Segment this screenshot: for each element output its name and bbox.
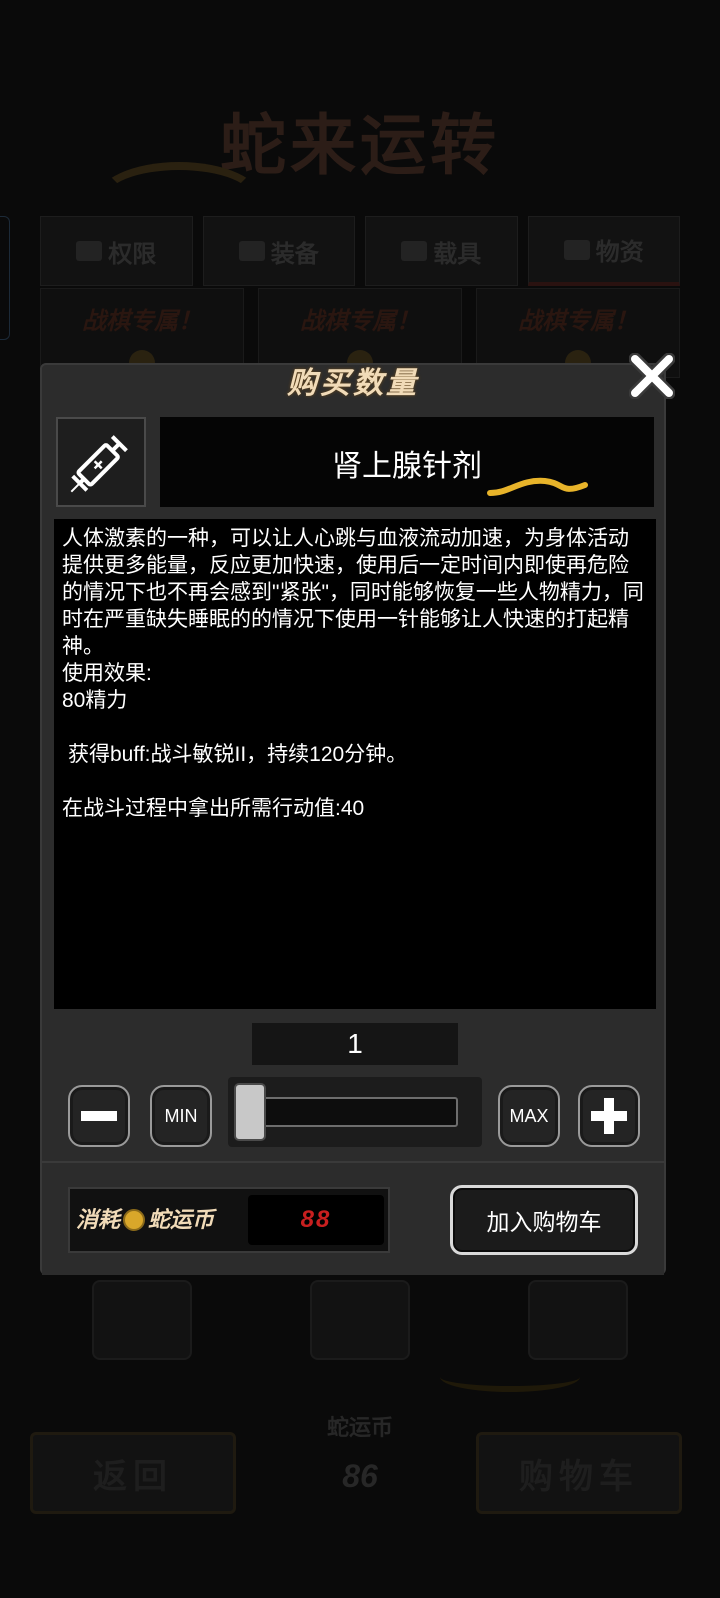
currency-balance: 蛇运币 86 xyxy=(290,1410,430,1495)
car-icon xyxy=(401,241,428,261)
max-button[interactable]: MAX xyxy=(498,1085,560,1147)
event-title: 蛇来运转 xyxy=(220,106,500,184)
buff-text: 获得buff:战斗敏锐II，持续120分钟。 xyxy=(68,743,408,766)
shop-card[interactable] xyxy=(258,1280,462,1360)
crate-icon xyxy=(563,239,590,260)
quantity-controls: MIN MAX xyxy=(42,1073,664,1153)
increase-button[interactable] xyxy=(578,1085,640,1147)
decrease-button[interactable] xyxy=(68,1085,130,1147)
effect-value: 80精力 xyxy=(62,689,128,712)
item-slot xyxy=(528,1280,628,1360)
close-button[interactable] xyxy=(628,352,676,400)
tab-label: 物资 xyxy=(595,239,644,266)
box-icon xyxy=(76,241,103,261)
min-button[interactable]: MIN xyxy=(150,1085,212,1147)
cart-button[interactable]: 购物车 xyxy=(476,1432,682,1514)
purchase-quantity-dialog: 购买数量 肾上腺针剂 人体激素的一种，可以让人心跳与血液流动加速，为身体活动提供… xyxy=(40,363,666,1275)
cost-label: 消耗 xyxy=(76,1207,121,1233)
cost-panel: 消耗 蛇运币 88 xyxy=(68,1187,390,1253)
tab-label: 权限 xyxy=(108,240,157,268)
add-to-cart-button[interactable]: 加入购物车 xyxy=(450,1185,638,1255)
gold-wave-decoration xyxy=(160,477,654,496)
close-icon xyxy=(629,353,675,399)
cost-value: 88 xyxy=(248,1195,384,1245)
item-slot xyxy=(310,1280,410,1360)
tab-equipment[interactable]: 装备 xyxy=(202,216,355,286)
shop-card[interactable] xyxy=(476,1280,680,1360)
wave-decoration xyxy=(440,1362,580,1392)
tab-supplies[interactable]: 物资 xyxy=(527,216,680,286)
card-badge: 战棋专属！ xyxy=(82,308,202,335)
currency-label: 蛇运币 xyxy=(326,1415,393,1440)
plus-icon xyxy=(591,1098,627,1134)
back-button[interactable]: 返回 xyxy=(30,1432,236,1514)
slider-track[interactable] xyxy=(258,1097,458,1127)
cost-label-group: 消耗 蛇运币 xyxy=(76,1189,214,1251)
card-badge: 战棋专属！ xyxy=(518,308,638,335)
tab-permissions[interactable]: 权限 xyxy=(40,216,193,286)
shop-card[interactable] xyxy=(40,1280,244,1360)
side-panel-edge xyxy=(0,216,10,340)
shield-icon xyxy=(238,241,265,261)
dialog-footer: 消耗 蛇运币 88 加入购物车 xyxy=(42,1161,664,1275)
item-icon-frame xyxy=(56,417,146,507)
cost-currency: 蛇运币 xyxy=(148,1207,215,1233)
item-slot xyxy=(92,1280,192,1360)
tab-label: 载具 xyxy=(433,240,482,268)
minus-icon xyxy=(81,1111,117,1121)
action-cost-text: 在战斗过程中拿出所需行动值:40 xyxy=(62,797,365,820)
tab-label: 装备 xyxy=(270,240,319,268)
tab-vehicles[interactable]: 载具 xyxy=(365,216,518,286)
slider-handle[interactable] xyxy=(234,1083,266,1141)
item-description: 人体激素的一种，可以让人心跳与血液流动加速，为身体活动提供更多能量，反应更加快速… xyxy=(54,519,656,1009)
effect-header: 使用效果: xyxy=(62,662,152,685)
card-badge: 战棋专属！ xyxy=(300,308,420,335)
quantity-slider[interactable] xyxy=(228,1077,482,1147)
syringe-icon xyxy=(70,435,128,493)
quantity-display: 1 xyxy=(252,1023,458,1065)
item-name-panel: 肾上腺针剂 xyxy=(160,417,654,507)
shop-card-row-lower xyxy=(40,1280,680,1360)
currency-amount: 86 xyxy=(342,1458,378,1494)
description-paragraph: 人体激素的一种，可以让人心跳与血液流动加速，为身体活动提供更多能量，反应更加快速… xyxy=(62,527,644,658)
dialog-title: 购买数量 xyxy=(287,366,419,401)
category-tabs: 权限 装备 载具 物资 xyxy=(40,216,680,286)
snake-coin-icon xyxy=(123,1209,146,1231)
